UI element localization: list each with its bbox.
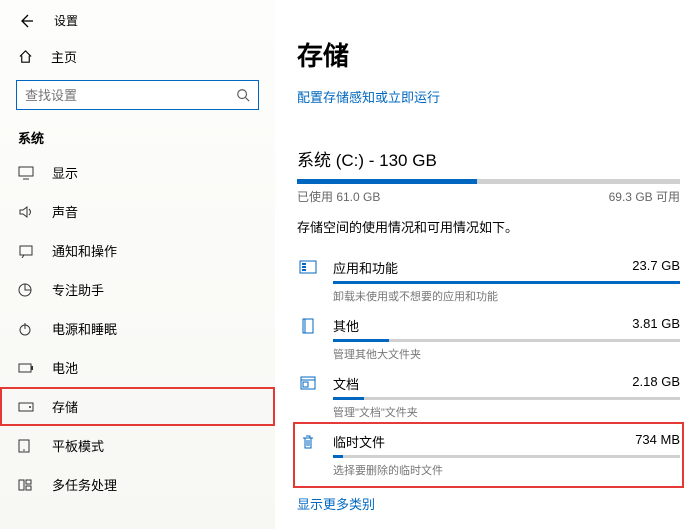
sidebar-item-tablet[interactable]: 平板模式 (0, 426, 275, 465)
category-size: 3.81 GB (632, 316, 680, 335)
battery-icon (18, 363, 34, 373)
category-sub: 卸载未使用或不想要的应用和功能 (333, 288, 680, 304)
main-panel: 存储 配置存储感知或立即运行 系统 (C:) - 130 GB 已使用 61.0… (275, 0, 700, 529)
category-sub: 管理其他大文件夹 (333, 346, 680, 362)
sidebar-section-label: 系统 (0, 128, 275, 153)
category-body: 临时文件 734 MB 选择要删除的临时文件 (333, 432, 680, 478)
category-name: 应用和功能 (333, 258, 398, 277)
sidebar-item-sound[interactable]: 声音 (0, 192, 275, 231)
sidebar-item-power[interactable]: 电源和睡眠 (0, 309, 275, 348)
settings-title: 设置 (54, 12, 78, 29)
nav-label: 专注助手 (52, 280, 104, 299)
back-button[interactable] (18, 13, 34, 29)
nav-label: 声音 (52, 202, 78, 221)
nav-label: 多任务处理 (52, 475, 117, 494)
sidebar-item-focus[interactable]: 专注助手 (0, 270, 275, 309)
category-sub: 选择要删除的临时文件 (333, 462, 680, 478)
sidebar-item-home[interactable]: 主页 (0, 39, 275, 74)
search-input-wrap[interactable] (16, 80, 259, 110)
multitask-icon (18, 479, 34, 491)
title-bar: 设置 (0, 12, 275, 39)
documents-icon (297, 374, 319, 420)
nav-label: 电池 (52, 358, 78, 377)
category-name: 文档 (333, 374, 359, 393)
home-label: 主页 (51, 47, 77, 66)
search-icon (236, 88, 250, 102)
category-bar (333, 339, 680, 342)
page-title: 存储 (297, 36, 680, 73)
settings-sidebar: 设置 主页 系统 显示 声音 通知和操作 专注助手 电源和睡眠 电池 (0, 0, 275, 529)
nav-label: 显示 (52, 163, 78, 182)
sidebar-item-battery[interactable]: 电池 (0, 348, 275, 387)
free-label: 69.3 GB 可用 (609, 188, 680, 205)
display-icon (18, 166, 34, 180)
home-icon (18, 49, 33, 64)
sound-icon (18, 205, 34, 219)
storage-icon (18, 402, 34, 412)
trash-icon (297, 432, 319, 478)
sidebar-item-multitask[interactable]: 多任务处理 (0, 465, 275, 504)
nav-label: 平板模式 (52, 436, 104, 455)
category-name: 其他 (333, 316, 359, 335)
nav-label: 电源和睡眠 (52, 319, 117, 338)
category-body: 其他 3.81 GB 管理其他大文件夹 (333, 316, 680, 362)
notifications-icon (18, 244, 34, 258)
category-bar (333, 397, 680, 400)
category-body: 应用和功能 23.7 GB 卸载未使用或不想要的应用和功能 (333, 258, 680, 304)
nav-label: 通知和操作 (52, 241, 117, 260)
category-documents[interactable]: 文档 2.18 GB 管理"文档"文件夹 (297, 368, 680, 426)
category-other[interactable]: 其他 3.81 GB 管理其他大文件夹 (297, 310, 680, 368)
category-sub: 管理"文档"文件夹 (333, 404, 680, 420)
category-apps[interactable]: 应用和功能 23.7 GB 卸载未使用或不想要的应用和功能 (297, 252, 680, 310)
drive-title: 系统 (C:) - 130 GB (297, 146, 680, 171)
category-size: 734 MB (635, 432, 680, 451)
search-input[interactable] (25, 88, 236, 103)
nav-label: 存储 (52, 397, 78, 416)
arrow-left-icon (18, 13, 34, 29)
focus-icon (18, 283, 34, 297)
sidebar-item-display[interactable]: 显示 (0, 153, 275, 192)
power-icon (18, 322, 34, 336)
category-body: 文档 2.18 GB 管理"文档"文件夹 (333, 374, 680, 420)
drive-progress-fill (297, 179, 477, 184)
drive-progress (297, 179, 680, 184)
folder-icon (297, 316, 319, 362)
category-size: 2.18 GB (632, 374, 680, 393)
sidebar-item-storage[interactable]: 存储 (0, 387, 275, 426)
category-bar (333, 455, 680, 458)
tablet-icon (18, 439, 34, 453)
category-size: 23.7 GB (632, 258, 680, 277)
show-more-link[interactable]: 显示更多类别 (297, 494, 680, 513)
category-bar (333, 281, 680, 284)
used-label: 已使用 61.0 GB (297, 188, 380, 205)
storage-sense-link[interactable]: 配置存储感知或立即运行 (297, 87, 680, 106)
category-temp[interactable]: 临时文件 734 MB 选择要删除的临时文件 (297, 426, 680, 484)
drive-labels: 已使用 61.0 GB 69.3 GB 可用 (297, 188, 680, 205)
sidebar-item-notifications[interactable]: 通知和操作 (0, 231, 275, 270)
category-name: 临时文件 (333, 432, 385, 451)
usage-description: 存储空间的使用情况和可用情况如下。 (297, 217, 680, 236)
apps-icon (297, 258, 319, 304)
category-list: 应用和功能 23.7 GB 卸载未使用或不想要的应用和功能其他 3.81 GB 管理其他… (297, 252, 680, 484)
